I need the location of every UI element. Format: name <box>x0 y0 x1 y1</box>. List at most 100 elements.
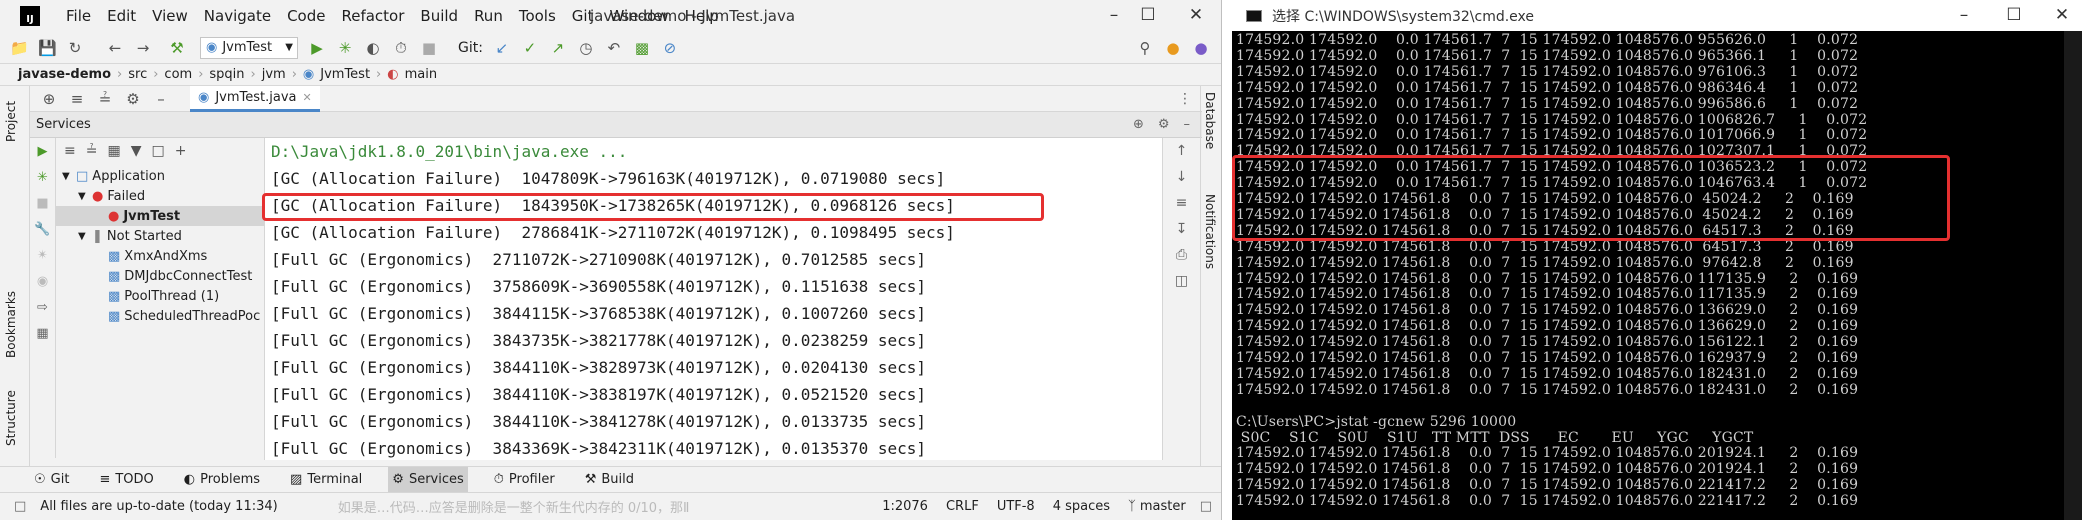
new-tab-icon[interactable]: □ <box>151 143 164 159</box>
debug-icon[interactable]: ✳ <box>30 164 55 190</box>
tab-profiler[interactable]: ⏱ Profiler <box>490 467 559 493</box>
breadcrumb-class[interactable]: JvmTest <box>320 67 370 82</box>
scroll-to-end-icon[interactable]: ↧ <box>1163 216 1200 242</box>
menu-refactor[interactable]: Refactor <box>333 7 412 25</box>
menu-view[interactable]: View <box>144 7 196 25</box>
debug-icon[interactable]: ✳ <box>336 39 354 57</box>
breadcrumb-com[interactable]: com <box>164 67 192 82</box>
menu-tools[interactable]: Tools <box>511 7 564 25</box>
collapse-all-icon[interactable]: ≡ <box>68 90 86 108</box>
line-separator[interactable]: CRLF <box>946 499 979 514</box>
collapse-all-icon[interactable]: ≟ <box>86 143 98 159</box>
settings-gear-icon[interactable]: ⚙ <box>1158 117 1170 132</box>
target-icon[interactable]: ⊕ <box>40 90 58 108</box>
stop-icon[interactable]: ■ <box>30 190 55 216</box>
run-icon[interactable]: ▶ <box>30 138 55 164</box>
search-icon[interactable]: ⚲ <box>1136 39 1154 57</box>
settings-gear-icon[interactable]: ⚙ <box>124 90 142 108</box>
tree-item-failed[interactable]: ▼ ● Failed <box>56 186 264 206</box>
git-push-icon[interactable]: ↗ <box>549 39 567 57</box>
close-tab-icon[interactable]: ✕ <box>303 91 312 104</box>
save-icon[interactable]: 💾 <box>38 39 57 57</box>
bookmarks-tool-tab[interactable]: Bookmarks <box>4 291 18 358</box>
forward-icon[interactable]: → <box>134 39 152 57</box>
back-icon[interactable]: ← <box>106 39 124 57</box>
cursor-position[interactable]: 1:2076 <box>882 499 928 514</box>
git-branches-icon[interactable]: ▩ <box>633 39 651 57</box>
group-icon[interactable]: ▦ <box>107 143 120 159</box>
tree-item-not-started[interactable]: ▼ ❚ Not Started <box>56 226 264 246</box>
console-output[interactable]: D:\Java\jdk1.8.0_201\bin\java.exe ... [G… <box>264 138 1162 460</box>
profile-icon[interactable]: ⏱ <box>392 39 410 57</box>
add-service-icon[interactable]: + <box>175 143 187 159</box>
menu-run[interactable]: Run <box>466 7 511 25</box>
build-hammer-icon[interactable]: ⚒ <box>168 39 186 57</box>
tree-item-xmxandxms[interactable]: ▩ XmxAndXms <box>56 246 264 266</box>
minimize-icon[interactable]: – <box>1102 5 1126 25</box>
power-save-icon[interactable]: ⊘ <box>661 39 679 57</box>
maximize-icon[interactable]: ☐ <box>1136 5 1160 25</box>
lock-icon[interactable]: □ <box>1200 499 1212 514</box>
tab-terminal[interactable]: ▨ Terminal <box>286 467 366 493</box>
wrench-icon[interactable]: 🔧 <box>30 216 55 242</box>
breadcrumb-spqin[interactable]: spqin <box>209 67 244 82</box>
run-config-select[interactable]: ◉ JvmTest ▼ <box>200 36 298 59</box>
update-icon[interactable]: ● <box>1164 39 1182 57</box>
project-tool-tab[interactable]: Project <box>4 101 18 142</box>
login-icon[interactable]: ⇨ <box>30 294 55 320</box>
plugin-icon[interactable]: ● <box>1192 39 1210 57</box>
tree-item-jvmtest[interactable]: ● JvmTest <box>56 206 264 226</box>
breadcrumb-src[interactable]: src <box>128 67 147 82</box>
minimize-icon[interactable]: – <box>1952 5 1976 25</box>
sync-icon[interactable]: ↻ <box>66 39 84 57</box>
git-update-icon[interactable]: ↙ <box>493 39 511 57</box>
tab-build[interactable]: ⚒ Build <box>581 467 638 493</box>
git-branch[interactable]: master <box>1140 499 1186 514</box>
tree-item-poolthread[interactable]: ▩ PoolThread (1) <box>56 286 264 306</box>
tab-git[interactable]: ☉ Git <box>30 467 73 493</box>
close-icon[interactable]: ✕ <box>2050 5 2074 25</box>
tree-item-application[interactable]: ▼ □ Application <box>56 166 264 186</box>
print-icon[interactable]: ⎙ <box>1163 242 1200 268</box>
tab-services[interactable]: ⚙ Services <box>388 466 468 493</box>
tab-problems[interactable]: ◐ Problems <box>180 467 264 493</box>
notifications-tool-tab[interactable]: Notifications <box>1203 194 1217 269</box>
coverage-icon[interactable]: ◐ <box>364 39 382 57</box>
breadcrumb-jvm[interactable]: jvm <box>262 67 286 82</box>
expand-all-icon[interactable]: ≟ <box>96 90 114 108</box>
run-icon[interactable]: ▶ <box>308 39 326 57</box>
menu-file[interactable]: File <box>58 7 99 25</box>
hide-icon[interactable]: – <box>152 90 170 108</box>
stop-icon[interactable]: ■ <box>420 39 438 57</box>
open-folder-icon[interactable]: 📁 <box>10 39 29 57</box>
menu-edit[interactable]: Edit <box>99 7 144 25</box>
globe-icon[interactable]: ⊕ <box>1133 117 1144 132</box>
tab-jvmtest-java[interactable]: ◉ JvmTest.java ✕ <box>190 85 320 112</box>
breadcrumb-method[interactable]: main <box>405 67 437 82</box>
database-tool-tab[interactable]: Database <box>1203 92 1217 149</box>
tree-item-dmjdbcconnecttest[interactable]: ▩ DMJdbcConnectTest <box>56 266 264 286</box>
cmd-scrollbar[interactable] <box>2064 31 2082 520</box>
breadcrumb-project[interactable]: javase-demo <box>18 67 111 82</box>
layout-icon[interactable]: ▦ <box>30 320 55 346</box>
soft-wrap-icon[interactable]: ≡ <box>1163 190 1200 216</box>
clear-trash-icon[interactable]: ◫ <box>1163 268 1200 294</box>
hide-icon[interactable]: – <box>1184 117 1191 132</box>
scroll-down-icon[interactable]: ↓ <box>1163 164 1200 190</box>
scroll-up-icon[interactable]: ↑ <box>1163 138 1200 164</box>
close-icon[interactable]: ✕ <box>1184 5 1208 25</box>
deploy-icon[interactable]: ✴ <box>30 242 55 268</box>
menu-build[interactable]: Build <box>412 7 466 25</box>
menu-code[interactable]: Code <box>279 7 333 25</box>
more-icon[interactable]: ⋮ <box>1178 91 1192 107</box>
file-encoding[interactable]: UTF-8 <box>997 499 1035 514</box>
filter-icon[interactable]: ▼ <box>131 143 142 159</box>
git-history-icon[interactable]: ◷ <box>577 39 595 57</box>
menu-navigate[interactable]: Navigate <box>196 7 279 25</box>
git-commit-icon[interactable]: ✓ <box>521 39 539 57</box>
tab-todo[interactable]: ≡ TODO <box>95 467 157 493</box>
camera-icon[interactable]: ◉ <box>30 268 55 294</box>
structure-tool-tab[interactable]: Structure <box>4 390 18 446</box>
expand-all-icon[interactable]: ≡ <box>64 143 76 159</box>
git-rollback-icon[interactable]: ↶ <box>605 39 623 57</box>
